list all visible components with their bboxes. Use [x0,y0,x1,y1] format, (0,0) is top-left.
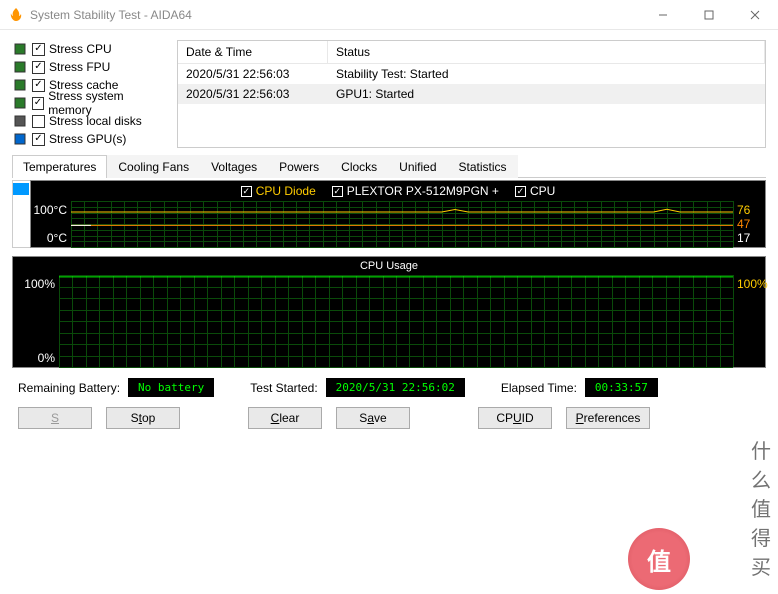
stress-item-3[interactable]: Stress system memory [12,94,167,112]
battery-value: No battery [128,378,214,397]
stress-checkbox[interactable] [32,133,45,146]
started-value: 2020/5/31 22:56:02 [326,378,465,397]
usage-plot [59,275,733,367]
disk-icon [12,113,28,129]
temp-axis-max: 100°C [34,203,68,217]
legend-label: CPU [530,184,555,198]
legend-label: PLEXTOR PX-512M9PGN + [347,184,499,198]
tab-clocks[interactable]: Clocks [330,155,388,178]
battery-label: Remaining Battery: [18,381,120,395]
maximize-button[interactable] [686,0,732,30]
stress-label: Stress CPU [49,42,112,56]
stress-label: Stress GPU(s) [49,132,126,146]
temp-current-values: 76 47 17 [733,201,765,247]
tab-temperatures[interactable]: Temperatures [12,155,107,178]
tab-voltages[interactable]: Voltages [200,155,268,178]
gpu-icon [12,131,28,147]
elapsed-label: Elapsed Time: [501,381,577,395]
stop-button[interactable]: Stop [106,407,180,429]
usage-value: 100% [737,277,768,291]
log-status: Stability Test: Started [328,64,765,84]
usage-title: CPU Usage [13,257,765,275]
watermark-text: 什么值得买 [751,435,772,580]
status-bar: Remaining Battery: No battery Test Start… [12,368,766,405]
usage-axis-min: 0% [38,351,55,365]
started-label: Test Started: [250,381,317,395]
usage-current-value: 100% [733,275,765,367]
log-row[interactable]: 2020/5/31 22:56:03Stability Test: Starte… [178,64,765,84]
usage-axis-max: 100% [24,277,55,291]
tab-statistics[interactable]: Statistics [448,155,518,178]
temp-value-cpu: 17 [737,231,750,245]
cpu-icon [12,59,28,75]
tab-unified[interactable]: Unified [388,155,447,178]
temp-y-axis: 100°C 0°C [31,201,71,247]
save-button[interactable]: Save [336,407,410,429]
legend-item[interactable]: PLEXTOR PX-512M9PGN + [332,184,499,198]
tabs: TemperaturesCooling FansVoltagesPowersCl… [12,154,766,178]
minimize-button[interactable] [640,0,686,30]
temp-plot [71,201,733,247]
tab-cooling-fans[interactable]: Cooling Fans [107,155,200,178]
cpuid-button[interactable]: CPUID [478,407,552,429]
elapsed-value: 00:33:57 [585,378,658,397]
temp-value-cpudiode: 76 [737,203,750,217]
usage-y-axis: 100% 0% [13,275,59,367]
temp-axis-min: 0°C [47,231,67,245]
series-color-sidebar[interactable] [12,180,30,248]
clear-button[interactable]: Clear [248,407,322,429]
temperature-graph: CPU Diode PLEXTOR PX-512M9PGN + CPU 100°C … [30,180,766,248]
stress-item-5[interactable]: Stress GPU(s) [12,130,167,148]
legend-checkbox[interactable] [241,186,252,197]
stress-label: Stress local disks [49,114,142,128]
stress-checkbox[interactable] [32,97,45,110]
log-status: GPU1: Started [328,84,765,104]
preferences-button[interactable]: Preferences [566,407,650,429]
legend-label: CPU Diode [256,184,316,198]
stress-options: Stress CPUStress FPUStress cacheStress s… [12,40,167,148]
cpu-usage-graph: CPU Usage 100% 0% 100% [12,256,766,368]
graph-legend: CPU Diode PLEXTOR PX-512M9PGN + CPU [31,181,765,201]
legend-checkbox[interactable] [515,186,526,197]
watermark-icon: 值 [628,528,690,590]
stress-checkbox[interactable] [32,43,45,56]
cpu-icon [12,41,28,57]
event-log: Date & Time Status 2020/5/31 22:56:03Sta… [177,40,766,148]
legend-checkbox[interactable] [332,186,343,197]
stress-checkbox[interactable] [32,79,45,92]
log-datetime: 2020/5/31 22:56:03 [178,64,328,84]
stress-label: Stress system memory [48,89,167,117]
temp-value-plextor: 47 [737,217,750,231]
ram-icon [12,95,28,111]
log-header-datetime[interactable]: Date & Time [178,41,328,63]
stress-label: Stress FPU [49,60,110,74]
stress-item-0[interactable]: Stress CPU [12,40,167,58]
app-icon [8,7,24,23]
titlebar: System Stability Test - AIDA64 [0,0,778,30]
stress-checkbox[interactable] [32,115,45,128]
log-header-status[interactable]: Status [328,41,765,63]
log-datetime: 2020/5/31 22:56:03 [178,84,328,104]
window-title: System Stability Test - AIDA64 [30,8,640,22]
log-row[interactable]: 2020/5/31 22:56:03GPU1: Started [178,84,765,104]
tab-powers[interactable]: Powers [268,155,330,178]
legend-item[interactable]: CPU Diode [241,184,316,198]
stress-item-1[interactable]: Stress FPU [12,58,167,76]
cpu-icon [12,77,28,93]
stress-checkbox[interactable] [32,61,45,74]
legend-item[interactable]: CPU [515,184,555,198]
button-bar: S Stop Clear Save CPUID Preferences [12,405,766,435]
start-button: S [18,407,92,429]
close-button[interactable] [732,0,778,30]
